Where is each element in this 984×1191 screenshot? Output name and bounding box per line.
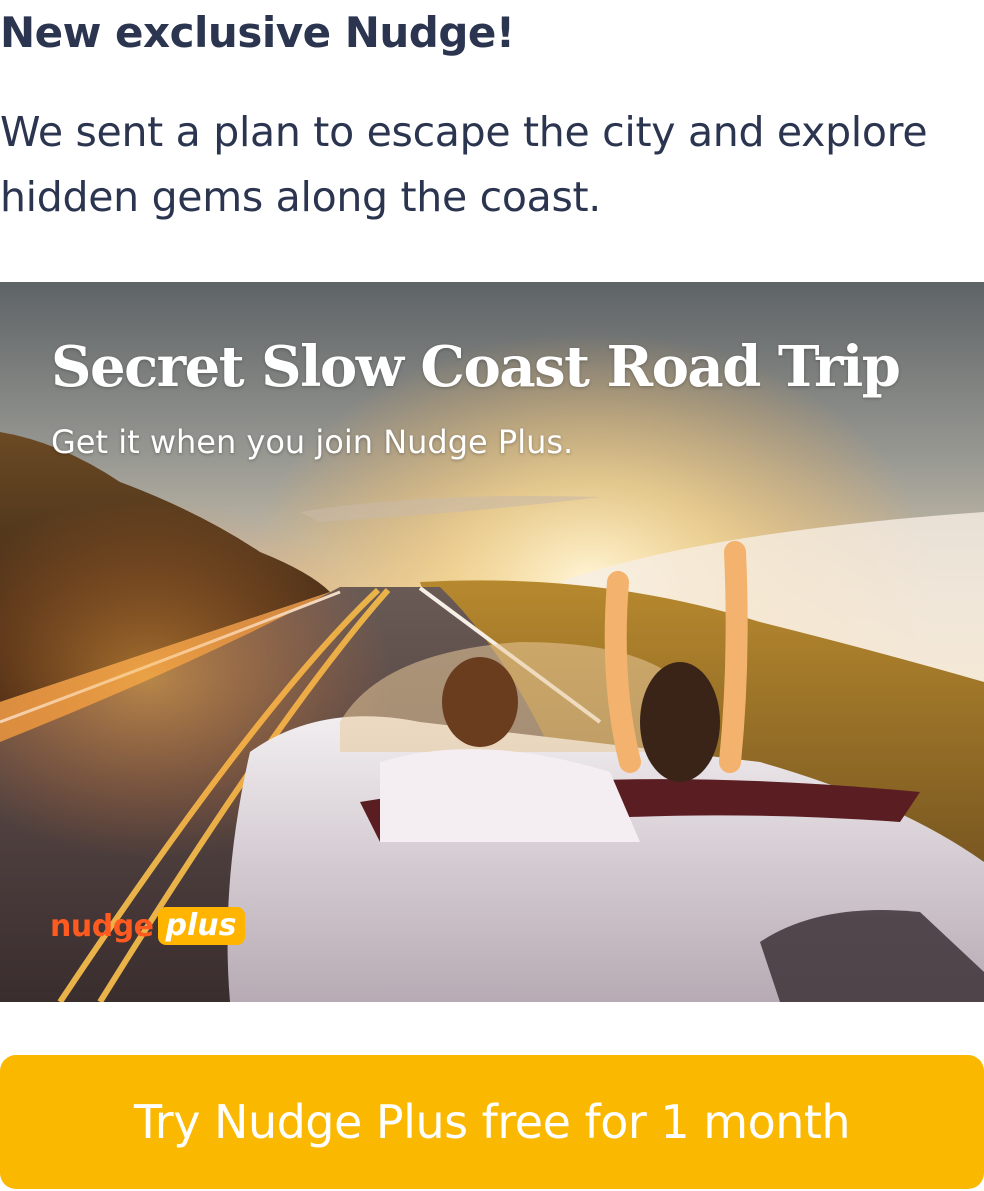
promo-subtitle: Get it when you join Nudge Plus. (51, 423, 574, 461)
promo-title: Secret Slow Coast Road Trip (51, 334, 901, 400)
nudge-description: We sent a plan to escape the city and ex… (0, 108, 928, 221)
brand-plus-badge: plus (157, 907, 245, 945)
brand-wordmark: nudge (50, 908, 154, 944)
nudge-plus-logo: nudge plus (50, 906, 245, 946)
headline: New exclusive Nudge! (0, 8, 515, 57)
try-nudge-plus-button[interactable]: Try Nudge Plus free for 1 month (0, 1055, 984, 1189)
promo-card[interactable]: Secret Slow Coast Road Trip Get it when … (0, 282, 984, 1002)
